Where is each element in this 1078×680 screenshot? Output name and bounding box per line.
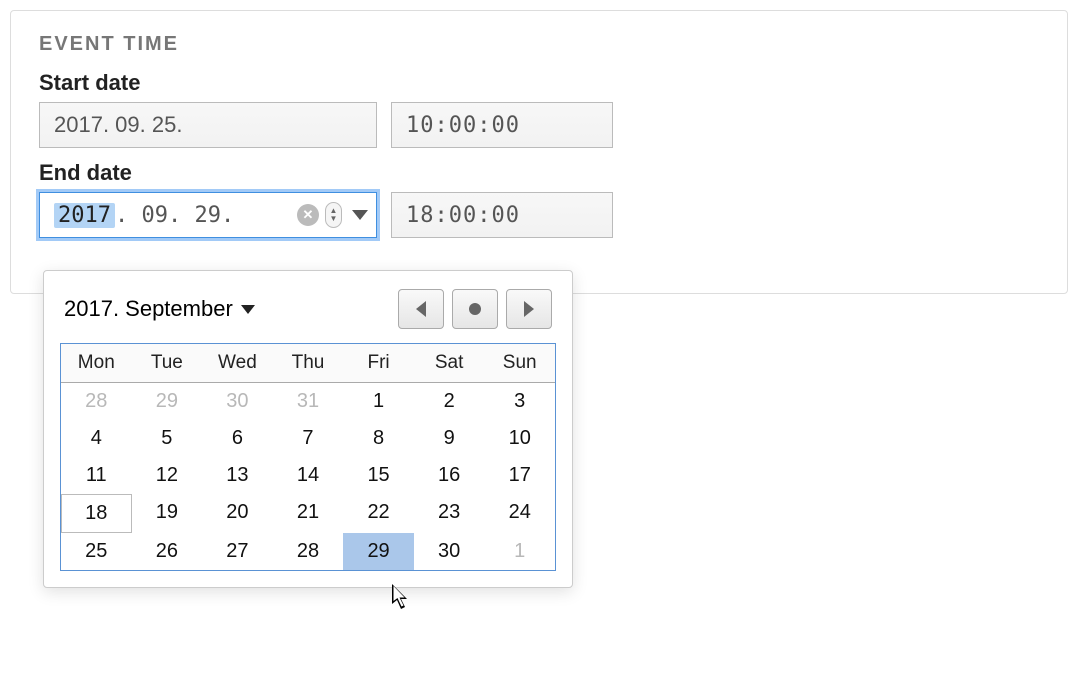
- end-date-label: End date: [39, 160, 1039, 186]
- calendar-day[interactable]: 27: [202, 533, 273, 570]
- end-row: 2017. 09. 29. ✕ ▲ ▼ 18:00:00: [39, 192, 1039, 238]
- calendar-day[interactable]: 6: [202, 420, 273, 457]
- calendar-day[interactable]: 24: [484, 494, 555, 533]
- calendar-grid: MonTueWedThuFriSatSun 282930311234567891…: [60, 343, 556, 571]
- end-date-rest: . 09. 29.: [115, 203, 234, 228]
- calendar-day[interactable]: 20: [202, 494, 273, 533]
- end-time-input[interactable]: 18:00:00: [391, 192, 613, 238]
- date-input-controls: ✕ ▲ ▼: [297, 202, 368, 228]
- start-date-input[interactable]: 2017. 09. 25.: [39, 102, 377, 148]
- weekday-header: Wed: [202, 344, 273, 382]
- weekday-header: Tue: [132, 344, 203, 382]
- calendar-row: 18192021222324: [61, 494, 555, 533]
- calendar-day[interactable]: 19: [132, 494, 203, 533]
- end-date-value: 2017. 09. 29.: [54, 203, 234, 228]
- month-label-text: 2017. September: [64, 296, 233, 322]
- date-stepper[interactable]: ▲ ▼: [325, 202, 342, 228]
- today-button[interactable]: [452, 289, 498, 329]
- event-time-panel: EVENT TIME Start date 2017. 09. 25. 10:0…: [10, 10, 1068, 294]
- calendar-day[interactable]: 3: [484, 383, 555, 420]
- weekday-header: Sun: [484, 344, 555, 382]
- clear-icon[interactable]: ✕: [297, 204, 319, 226]
- calendar-weekday-header: MonTueWedThuFriSatSun: [61, 344, 555, 383]
- start-row: 2017. 09. 25. 10:00:00: [39, 102, 1039, 148]
- calendar-day[interactable]: 1: [484, 533, 555, 570]
- prev-month-button[interactable]: [398, 289, 444, 329]
- calendar-day[interactable]: 15: [343, 457, 414, 494]
- calendar-day[interactable]: 5: [132, 420, 203, 457]
- calendar-day[interactable]: 28: [61, 383, 132, 420]
- calendar-day[interactable]: 21: [273, 494, 344, 533]
- calendar-row: 45678910: [61, 420, 555, 457]
- chevron-down-icon: [241, 305, 255, 314]
- calendar-day[interactable]: 31: [273, 383, 344, 420]
- calendar-day[interactable]: 7: [273, 420, 344, 457]
- calendar-day[interactable]: 29: [132, 383, 203, 420]
- calendar-day[interactable]: 11: [61, 457, 132, 494]
- month-nav: [398, 289, 552, 329]
- calendar-day[interactable]: 18: [61, 494, 132, 533]
- weekday-header: Sat: [414, 344, 485, 382]
- calendar-row: 28293031123: [61, 383, 555, 420]
- calendar-day[interactable]: 17: [484, 457, 555, 494]
- weekday-header: Mon: [61, 344, 132, 382]
- dropdown-caret-icon[interactable]: [352, 210, 368, 220]
- month-selector[interactable]: 2017. September: [64, 296, 255, 322]
- stepper-down-icon: ▼: [330, 215, 338, 223]
- calendar-day[interactable]: 29: [343, 533, 414, 570]
- calendar-day[interactable]: 13: [202, 457, 273, 494]
- popup-header: 2017. September: [60, 289, 556, 329]
- calendar-day[interactable]: 1: [343, 383, 414, 420]
- mouse-cursor-icon: [392, 584, 414, 612]
- calendar-day[interactable]: 16: [414, 457, 485, 494]
- chevron-left-icon: [416, 301, 426, 317]
- calendar-day[interactable]: 8: [343, 420, 414, 457]
- dot-icon: [469, 303, 481, 315]
- calendar-day[interactable]: 30: [414, 533, 485, 570]
- calendar-row: 11121314151617: [61, 457, 555, 494]
- date-picker-popup: 2017. September MonTueWedThuFriSatSun 28…: [43, 270, 573, 588]
- chevron-right-icon: [524, 301, 534, 317]
- start-date-value: 2017. 09. 25.: [54, 112, 182, 138]
- end-date-input[interactable]: 2017. 09. 29. ✕ ▲ ▼: [39, 192, 377, 238]
- calendar-day[interactable]: 22: [343, 494, 414, 533]
- calendar-body: 2829303112345678910111213141516171819202…: [61, 383, 555, 570]
- calendar-day[interactable]: 9: [414, 420, 485, 457]
- calendar-day[interactable]: 14: [273, 457, 344, 494]
- calendar-day[interactable]: 2: [414, 383, 485, 420]
- section-title: EVENT TIME: [39, 33, 1039, 56]
- calendar-day[interactable]: 30: [202, 383, 273, 420]
- next-month-button[interactable]: [506, 289, 552, 329]
- start-date-label: Start date: [39, 70, 1039, 96]
- start-time-value: 10:00:00: [406, 113, 520, 138]
- end-time-value: 18:00:00: [406, 203, 520, 228]
- calendar-day[interactable]: 12: [132, 457, 203, 494]
- weekday-header: Thu: [273, 344, 344, 382]
- start-time-input[interactable]: 10:00:00: [391, 102, 613, 148]
- calendar-day[interactable]: 4: [61, 420, 132, 457]
- calendar-day[interactable]: 10: [484, 420, 555, 457]
- weekday-header: Fri: [343, 344, 414, 382]
- calendar-day[interactable]: 23: [414, 494, 485, 533]
- calendar-row: 2526272829301: [61, 533, 555, 570]
- calendar-day[interactable]: 26: [132, 533, 203, 570]
- calendar-day[interactable]: 28: [273, 533, 344, 570]
- calendar-day[interactable]: 25: [61, 533, 132, 570]
- end-year-selected: 2017: [54, 203, 115, 228]
